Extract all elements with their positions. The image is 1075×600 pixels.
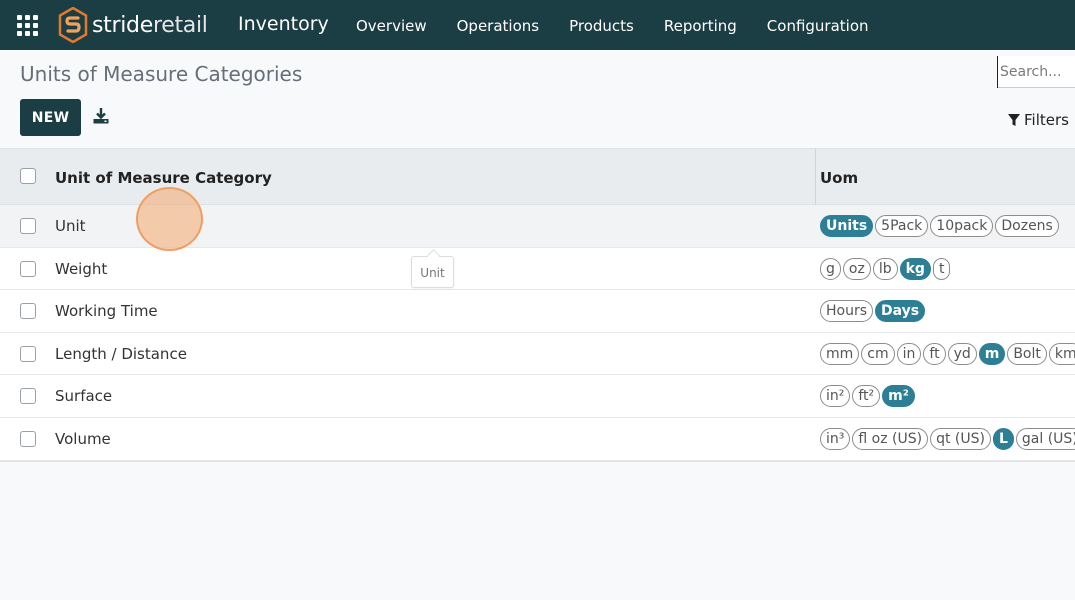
uom-tag: L (992, 427, 1014, 450)
row-category-name[interactable]: Weight (55, 260, 107, 278)
nav-item-reporting[interactable]: Reporting (649, 0, 752, 50)
uom-tag: cm (861, 342, 895, 365)
top-navbar: strideretail Inventory Overview Operatio… (0, 0, 1075, 50)
column-header-category[interactable]: Unit of Measure Category (55, 169, 272, 187)
brand-logo[interactable]: strideretail (58, 7, 208, 43)
row-category-name[interactable]: Unit (55, 217, 86, 235)
uom-tag: lb (872, 257, 898, 280)
uom-tags: mm cm in ft yd m Bolt km (820, 342, 1075, 365)
uom-tag: 10pack (930, 215, 994, 237)
column-resize-handle[interactable] (815, 149, 816, 205)
search-box (997, 56, 1075, 88)
table-header: Unit of Measure Category Uom (0, 149, 1075, 205)
row-checkbox[interactable] (20, 303, 36, 320)
filter-icon (1008, 113, 1020, 126)
row-checkbox[interactable] (20, 345, 36, 362)
download-icon[interactable] (92, 107, 110, 125)
row-category-name[interactable]: Working Time (55, 302, 158, 320)
page-title: Units of Measure Categories (20, 62, 303, 86)
uom-tag: in³ (820, 427, 851, 450)
row-checkbox[interactable] (20, 218, 36, 234)
table-row[interactable]: Working Time Hours Days (0, 290, 1075, 333)
uom-tags: g oz lb kg t (820, 257, 952, 280)
uom-category-table: Unit of Measure Category Uom Unit Units 5P… (0, 148, 1075, 462)
uom-tag: Hours (820, 300, 874, 323)
uom-tag: ft (923, 342, 946, 365)
uom-tag: qt (US) (930, 427, 991, 450)
uom-tag: mm (820, 342, 860, 365)
brand-mark-icon (58, 7, 88, 43)
table-row[interactable]: Unit Units 5Pack 10pack Dozens (0, 205, 1075, 248)
uom-tag: Days (875, 300, 926, 323)
table-row[interactable]: Volume in³ fl oz (US) qt (US) Lgal (US) (0, 417, 1075, 461)
uom-tags: Hours Days (820, 300, 927, 323)
uom-tag: Units (820, 215, 874, 237)
row-category-name[interactable]: Volume (55, 430, 111, 448)
uom-tag: Dozens (995, 215, 1059, 237)
nav-item-overview[interactable]: Overview (341, 0, 442, 50)
uom-tag: m (978, 342, 1006, 365)
row-category-name[interactable]: Surface (55, 387, 112, 405)
app-name[interactable]: Inventory (238, 13, 329, 35)
row-checkbox[interactable] (20, 430, 36, 447)
select-all-checkbox[interactable] (20, 168, 36, 184)
uom-tag: gal (US) (1015, 427, 1075, 450)
table-row[interactable]: Length / Distance mm cm in ft yd m Bolt km (0, 332, 1075, 376)
uom-tag: yd (947, 342, 977, 365)
row-checkbox[interactable] (20, 260, 36, 277)
uom-tags: in³ fl oz (US) qt (US) Lgal (US) (820, 427, 1075, 450)
uom-tag: in² (820, 385, 851, 408)
uom-tag: m² (882, 385, 915, 408)
uom-tag: t (932, 257, 951, 280)
uom-tag: 5Pack (875, 215, 929, 237)
column-header-uom[interactable]: Uom (820, 169, 858, 187)
uom-tags: Units 5Pack 10pack Dozens (820, 215, 1061, 237)
apps-menu-icon[interactable] (17, 15, 38, 36)
uom-tag: in (896, 342, 922, 365)
search-input[interactable] (997, 56, 1075, 88)
new-button[interactable]: NEW (20, 99, 81, 136)
table-row[interactable]: Weight g oz lb kg t (0, 247, 1075, 291)
tooltip: Unit (411, 256, 454, 288)
row-category-name[interactable]: Length / Distance (55, 345, 187, 363)
filters-button[interactable]: Filters (1008, 111, 1069, 129)
uom-tags: in² ft² m² (820, 385, 917, 408)
table-body: Unit Units 5Pack 10pack Dozens Weight g oz lb kg t… (0, 205, 1075, 461)
uom-tag: Bolt (1007, 342, 1047, 365)
nav-item-operations[interactable]: Operations (442, 0, 554, 50)
brand-name: strideretail (92, 12, 208, 38)
table-row[interactable]: Surface in² ft² m² (0, 375, 1075, 418)
uom-tag: fl oz (US) (852, 427, 929, 450)
uom-tag: ft² (852, 385, 881, 408)
uom-tag: oz (842, 257, 871, 280)
filters-label: Filters (1024, 111, 1069, 129)
uom-tag: kg (899, 257, 931, 280)
row-checkbox[interactable] (20, 388, 36, 405)
uom-tag: km (1048, 342, 1075, 365)
nav-menu: Overview Operations Products Reporting C… (341, 0, 884, 50)
nav-item-configuration[interactable]: Configuration (752, 0, 884, 50)
nav-item-products[interactable]: Products (554, 0, 649, 50)
uom-tag: g (820, 257, 841, 280)
